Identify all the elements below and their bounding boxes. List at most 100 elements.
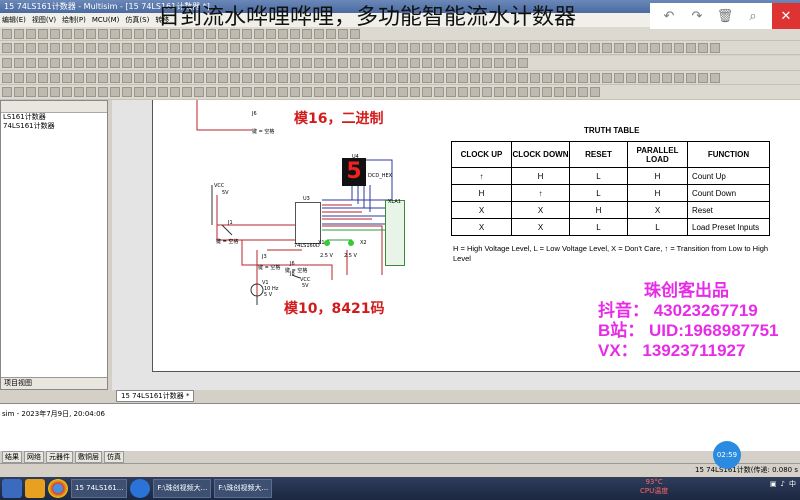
toolbar-button[interactable] (206, 73, 216, 83)
tab-copper-layers[interactable]: 敷铜层 (75, 451, 102, 463)
toolbar-button[interactable] (74, 73, 84, 83)
toolbar-button[interactable] (494, 73, 504, 83)
toolbar-button[interactable] (62, 87, 72, 97)
toolbar-button[interactable] (626, 73, 636, 83)
toolbar-button[interactable] (302, 58, 312, 68)
toolbar-button[interactable] (110, 29, 120, 39)
toolbar-button[interactable] (590, 43, 600, 53)
menu-place[interactable]: 绘制(P) (62, 13, 86, 27)
toolbar-button[interactable] (314, 58, 324, 68)
toolbar-button[interactable] (482, 58, 492, 68)
toolbar-button[interactable] (170, 73, 180, 83)
menu-view[interactable]: 视图(V) (32, 13, 56, 27)
toolbar-button[interactable] (182, 58, 192, 68)
network-icon[interactable]: ▣ (770, 480, 777, 488)
toolbar-button[interactable] (530, 87, 540, 97)
toolbar-button[interactable] (638, 43, 648, 53)
toolbar-button[interactable] (2, 29, 12, 39)
toolbar-button[interactable] (14, 58, 24, 68)
toolbar-button[interactable] (170, 87, 180, 97)
toolbar-button[interactable] (74, 87, 84, 97)
toolbar-button[interactable] (134, 29, 144, 39)
toolbar-button[interactable] (374, 43, 384, 53)
toolbar-button[interactable] (302, 73, 312, 83)
toolbar-button[interactable] (278, 73, 288, 83)
toolbar-button[interactable] (686, 73, 696, 83)
toolbar-button[interactable] (530, 73, 540, 83)
toolbar-button[interactable] (434, 73, 444, 83)
tab-simulation[interactable]: 仿真 (104, 451, 124, 463)
toolbar-button[interactable] (542, 43, 552, 53)
toolbar-button[interactable] (410, 43, 420, 53)
toolbar-button[interactable] (2, 73, 12, 83)
toolbar-button[interactable] (74, 29, 84, 39)
toolbar-button[interactable] (158, 87, 168, 97)
toolbar-button[interactable] (146, 29, 156, 39)
toolbar-button[interactable] (122, 87, 132, 97)
toolbar-button[interactable] (542, 73, 552, 83)
toolbar-button[interactable] (326, 87, 336, 97)
tree-item-sheet[interactable]: 74LS161计数器 (1, 122, 107, 131)
toolbar-button[interactable] (410, 87, 420, 97)
toolbar-button[interactable] (314, 43, 324, 53)
toolbar-button[interactable] (254, 73, 264, 83)
toolbar-button[interactable] (230, 58, 240, 68)
toolbar-button[interactable] (290, 73, 300, 83)
toolbar-button[interactable] (458, 43, 468, 53)
toolbar-button[interactable] (374, 58, 384, 68)
toolbar-button[interactable] (350, 43, 360, 53)
tab-nets[interactable]: 网络 (24, 451, 44, 463)
toolbar-button[interactable] (338, 43, 348, 53)
toolbar-button[interactable] (698, 73, 708, 83)
toolbar-button[interactable] (698, 43, 708, 53)
toolbar-button[interactable] (422, 87, 432, 97)
toolbar-button[interactable] (374, 87, 384, 97)
delete-icon[interactable]: 🗑 (716, 7, 734, 25)
toolbar-button[interactable] (398, 58, 408, 68)
toolbar-button[interactable] (362, 43, 372, 53)
toolbar-button[interactable] (242, 87, 252, 97)
toolbar-button[interactable] (134, 87, 144, 97)
toolbar-button[interactable] (26, 73, 36, 83)
toolbar-button[interactable] (242, 73, 252, 83)
toolbar-button[interactable] (506, 73, 516, 83)
toolbar-button[interactable] (170, 43, 180, 53)
toolbar-button[interactable] (458, 58, 468, 68)
toolbar-button[interactable] (578, 43, 588, 53)
toolbar-button[interactable] (290, 58, 300, 68)
toolbar-button[interactable] (110, 73, 120, 83)
toolbar-button[interactable] (398, 43, 408, 53)
toolbar-button[interactable] (518, 43, 528, 53)
toolbar-button[interactable] (458, 87, 468, 97)
toolbar-button[interactable] (218, 87, 228, 97)
toolbar-button[interactable] (74, 43, 84, 53)
toolbar-button[interactable] (554, 87, 564, 97)
toolbar-button[interactable] (218, 43, 228, 53)
toolbar-button[interactable] (302, 43, 312, 53)
toolbar-button[interactable] (434, 87, 444, 97)
toolbar-button[interactable] (146, 58, 156, 68)
toolbar-button[interactable] (578, 73, 588, 83)
toolbar-button[interactable] (602, 73, 612, 83)
toolbar-button[interactable] (230, 87, 240, 97)
taskbar-task-folder-1[interactable]: F:\珠创视频大... (153, 479, 212, 498)
toolbar-button[interactable] (614, 73, 624, 83)
toolbar-button[interactable] (38, 73, 48, 83)
redo-icon[interactable]: ↷ (688, 7, 706, 25)
toolbar-button[interactable] (182, 43, 192, 53)
toolbar-button[interactable] (518, 73, 528, 83)
toolbar-button[interactable] (410, 73, 420, 83)
logic-analyzer-xla1[interactable] (385, 200, 405, 266)
toolbar-button[interactable] (14, 29, 24, 39)
toolbar-button[interactable] (194, 73, 204, 83)
toolbar-button[interactable] (254, 87, 264, 97)
menu-mcu[interactable]: MCU(M) (92, 13, 120, 27)
toolbar-button[interactable] (506, 87, 516, 97)
toolbar-button[interactable] (470, 87, 480, 97)
toolbar-button[interactable] (662, 43, 672, 53)
toolbar-button[interactable] (86, 87, 96, 97)
toolbar-button[interactable] (398, 73, 408, 83)
toolbar-button[interactable] (554, 43, 564, 53)
toolbar-button[interactable] (614, 43, 624, 53)
toolbar-button[interactable] (482, 43, 492, 53)
